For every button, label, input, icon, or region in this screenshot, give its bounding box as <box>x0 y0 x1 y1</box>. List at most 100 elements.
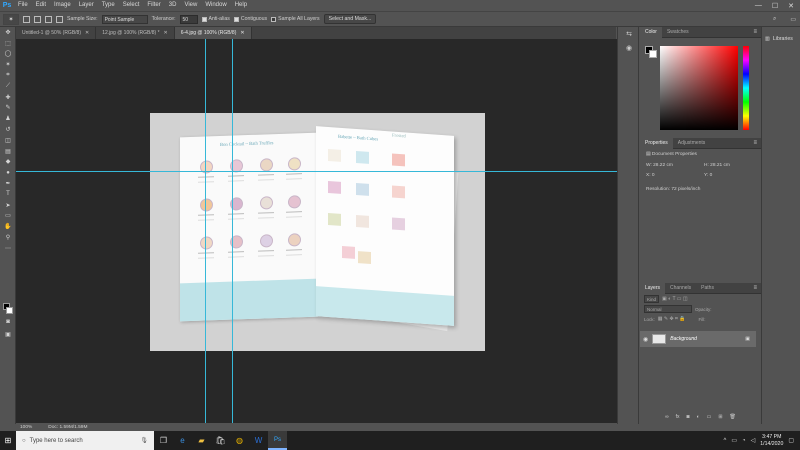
file-explorer-icon[interactable]: ▰ <box>192 431 211 450</box>
brush-panel-icon[interactable]: ◉ <box>618 41 640 55</box>
menu-edit[interactable]: Edit <box>32 0 50 11</box>
link-layers-icon[interactable]: ∞ <box>665 414 669 422</box>
document-image[interactable]: Bon Cocktail ~ Bath Truffles Babette ~ B… <box>150 113 485 351</box>
chrome-icon[interactable]: ◍ <box>230 431 249 450</box>
panel-menu-icon[interactable]: ≡ <box>753 140 757 146</box>
anti-alias-checkbox[interactable]: Anti-alias <box>201 16 230 22</box>
search-icon[interactable]: ⌕ <box>773 16 776 23</box>
add-selection-icon[interactable] <box>34 15 41 23</box>
close-icon[interactable]: ✕ <box>85 30 89 36</box>
word-icon[interactable]: W <box>249 431 268 450</box>
background-color-swatch[interactable] <box>6 307 13 314</box>
dodge-tool-icon[interactable]: ● <box>0 167 16 178</box>
menu-3d[interactable]: 3D <box>165 0 181 11</box>
layer-style-icon[interactable]: fx <box>676 414 680 422</box>
add-mask-icon[interactable]: ◙ <box>687 414 690 422</box>
type-tool-icon[interactable]: T <box>0 189 16 200</box>
eyedropper-tool-icon[interactable]: ⟋ <box>0 81 16 92</box>
new-selection-icon[interactable] <box>23 15 30 23</box>
taskbar-search[interactable]: ○ Type here to search 🎙 <box>16 431 154 450</box>
y-value[interactable]: 0 <box>710 173 713 178</box>
x-value[interactable]: 0 <box>652 173 655 178</box>
blur-tool-icon[interactable]: ◆ <box>0 157 16 168</box>
tab-swatches[interactable]: Swatches <box>662 27 694 38</box>
lock-icons[interactable]: ▦ ✎ ✥ ⌗ 🔒 <box>658 316 686 322</box>
h-value[interactable]: 28.21 cm <box>710 163 730 168</box>
menu-layer[interactable]: Layer <box>75 0 98 11</box>
stamp-tool-icon[interactable]: ♟ <box>0 113 16 124</box>
menu-file[interactable]: File <box>14 0 32 11</box>
layer-background[interactable]: ◉ Background ▣ <box>640 331 756 347</box>
tab-adjustments[interactable]: Adjustments <box>673 138 711 149</box>
pen-tool-icon[interactable]: ✒ <box>0 178 16 189</box>
guide-vertical[interactable] <box>232 39 233 423</box>
panel-menu-icon[interactable]: ≡ <box>753 285 757 291</box>
menu-image[interactable]: Image <box>50 0 75 11</box>
notifications-icon[interactable]: ▢ <box>788 437 794 444</box>
hue-slider[interactable] <box>743 46 749 130</box>
history-brush-icon[interactable]: ↺ <box>0 124 16 135</box>
path-select-icon[interactable]: ➤ <box>0 200 16 211</box>
tolerance-input[interactable]: 50 <box>179 14 198 24</box>
libraries-tab[interactable]: ▥ Libraries <box>762 27 800 42</box>
move-tool-icon[interactable]: ✥ <box>0 27 16 38</box>
edge-icon[interactable]: e <box>173 431 192 450</box>
tab-paths[interactable]: Paths <box>696 283 719 294</box>
shape-tool-icon[interactable]: ▭ <box>0 211 16 222</box>
sample-all-layers-checkbox[interactable]: Sample All Layers <box>271 16 320 22</box>
new-layer-icon[interactable]: ⊞ <box>718 414 722 422</box>
subtract-selection-icon[interactable] <box>45 15 52 23</box>
store-icon[interactable]: 🛍 <box>211 431 230 450</box>
menu-type[interactable]: Type <box>98 0 119 11</box>
magic-wand-tool-icon[interactable]: ✶ <box>0 59 16 70</box>
background-color-swatch[interactable] <box>649 50 657 58</box>
maximize-button[interactable]: ☐ <box>772 2 778 10</box>
tab-6-4-jpg[interactable]: 6-4.jpg @ 100% (RGB/8) ✕ <box>174 27 252 39</box>
brush-tool-icon[interactable]: ✎ <box>0 103 16 114</box>
workspace-icon[interactable]: ▭ <box>790 16 796 23</box>
w-value[interactable]: 28.22 cm <box>653 163 673 168</box>
network-icon[interactable]: ◔ <box>742 438 746 444</box>
adjustment-layer-icon[interactable]: ◐ <box>697 414 700 422</box>
gradient-tool-icon[interactable]: ▤ <box>0 146 16 157</box>
more-tools-icon[interactable]: ⋯ <box>0 243 16 254</box>
close-button[interactable]: ✕ <box>788 2 794 10</box>
windows-start-icon[interactable]: ⊞ <box>0 431 16 450</box>
photoshop-taskbar-icon[interactable]: Ps <box>268 431 287 450</box>
close-icon[interactable]: ✕ <box>164 30 168 36</box>
magic-wand-preset-icon[interactable]: ✶ <box>3 13 19 25</box>
guide-vertical[interactable] <box>205 39 206 423</box>
lasso-tool-icon[interactable]: ◯ <box>0 49 16 60</box>
intersect-selection-icon[interactable] <box>56 15 63 23</box>
marquee-tool-icon[interactable]: ⬚ <box>0 38 16 49</box>
hand-tool-icon[interactable]: ✋ <box>0 221 16 232</box>
menu-view[interactable]: View <box>180 0 201 11</box>
menu-select[interactable]: Select <box>119 0 144 11</box>
new-group-icon[interactable]: ▭ <box>707 414 712 422</box>
menu-filter[interactable]: Filter <box>143 0 164 11</box>
guide-horizontal[interactable] <box>16 171 617 172</box>
task-view-icon[interactable]: ❐ <box>154 431 173 450</box>
quick-mask-icon[interactable]: ◙ <box>0 317 16 328</box>
healing-tool-icon[interactable]: ✚ <box>0 92 16 103</box>
zoom-tool-icon[interactable]: ⚲ <box>0 232 16 243</box>
tab-layers[interactable]: Layers <box>640 282 666 294</box>
canvas-area[interactable]: Bon Cocktail ~ Bath Truffles Babette ~ B… <box>16 39 617 423</box>
visibility-eye-icon[interactable]: ◉ <box>643 336 648 343</box>
blend-mode-select[interactable]: Normal <box>644 305 692 313</box>
volume-icon[interactable]: ◁ <box>751 437 756 444</box>
tab-color[interactable]: Color <box>640 26 662 38</box>
filter-icons[interactable]: ▣ ◐ T ▭ ◫ <box>662 296 688 302</box>
zoom-level[interactable]: 100% <box>20 425 32 430</box>
layer-kind-select[interactable]: Kind <box>644 295 660 303</box>
eraser-tool-icon[interactable]: ◫ <box>0 135 16 146</box>
tray-chevron-icon[interactable]: ^ <box>724 438 727 444</box>
tab-untitled-1[interactable]: Untitled-1 @ 50% (RGB/8) ✕ <box>16 27 97 39</box>
history-panel-icon[interactable]: ⇆ <box>618 27 640 41</box>
taskbar-clock[interactable]: 3:47 PM 1/14/2020 <box>760 434 783 448</box>
tab-properties[interactable]: Properties <box>640 137 673 149</box>
tab-12-jpg[interactable]: 12.jpg @ 100% (RGB/8) * ✕ <box>96 27 175 39</box>
crop-tool-icon[interactable]: ⌗ <box>0 70 16 81</box>
contiguous-checkbox[interactable]: Contiguous <box>233 16 267 22</box>
menu-window[interactable]: Window <box>201 0 230 11</box>
